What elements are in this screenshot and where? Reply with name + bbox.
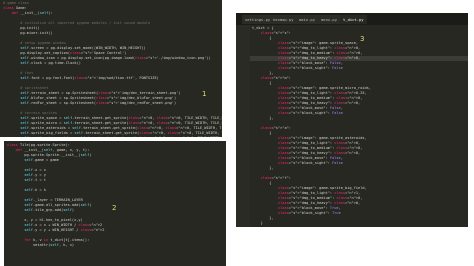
annotation-marker-3: 3 <box>360 35 365 43</box>
code-view-tile-dict[interactable]: t_dict = { class="s">"s": { class="s">"i… <box>252 26 371 226</box>
code-line: self.y = y + WIN_HEIGHT / class="n">2 <box>24 228 105 232</box>
code-view-game-class[interactable]: # game class class Game: def __init__(sel… <box>3 1 222 137</box>
code-line: } <box>252 221 263 225</box>
tab-bar: settings.py hexmap.py main.py menu.py t_… <box>236 13 468 25</box>
editor-tile-dict: settings.py hexmap.py main.py menu.py t_… <box>236 13 468 227</box>
tab-main[interactable]: main.py <box>296 15 320 24</box>
annotation-marker-2: 2 <box>112 204 117 212</box>
code-line: self.sprite_micro_roids = self.terrain_s… <box>3 136 222 137</box>
code-view-tile-class[interactable]: class Tile(pg.sprite.Sprite): def __init… <box>7 143 104 248</box>
line-number-gutter <box>236 25 250 227</box>
editor-game-class: # game class class Game: def __init__(sel… <box>0 0 222 137</box>
tab-t-dict[interactable]: t_dict.py <box>340 15 368 24</box>
tab-menu[interactable]: menu.py <box>318 15 342 24</box>
code-line: setattr(self, k, v) <box>7 243 75 247</box>
annotation-marker-1: 1 <box>202 90 207 98</box>
editor-tile-class: class Tile(pg.sprite.Sprite): def __init… <box>4 141 226 266</box>
tab-hexmap[interactable]: hexmap.py <box>270 15 298 24</box>
